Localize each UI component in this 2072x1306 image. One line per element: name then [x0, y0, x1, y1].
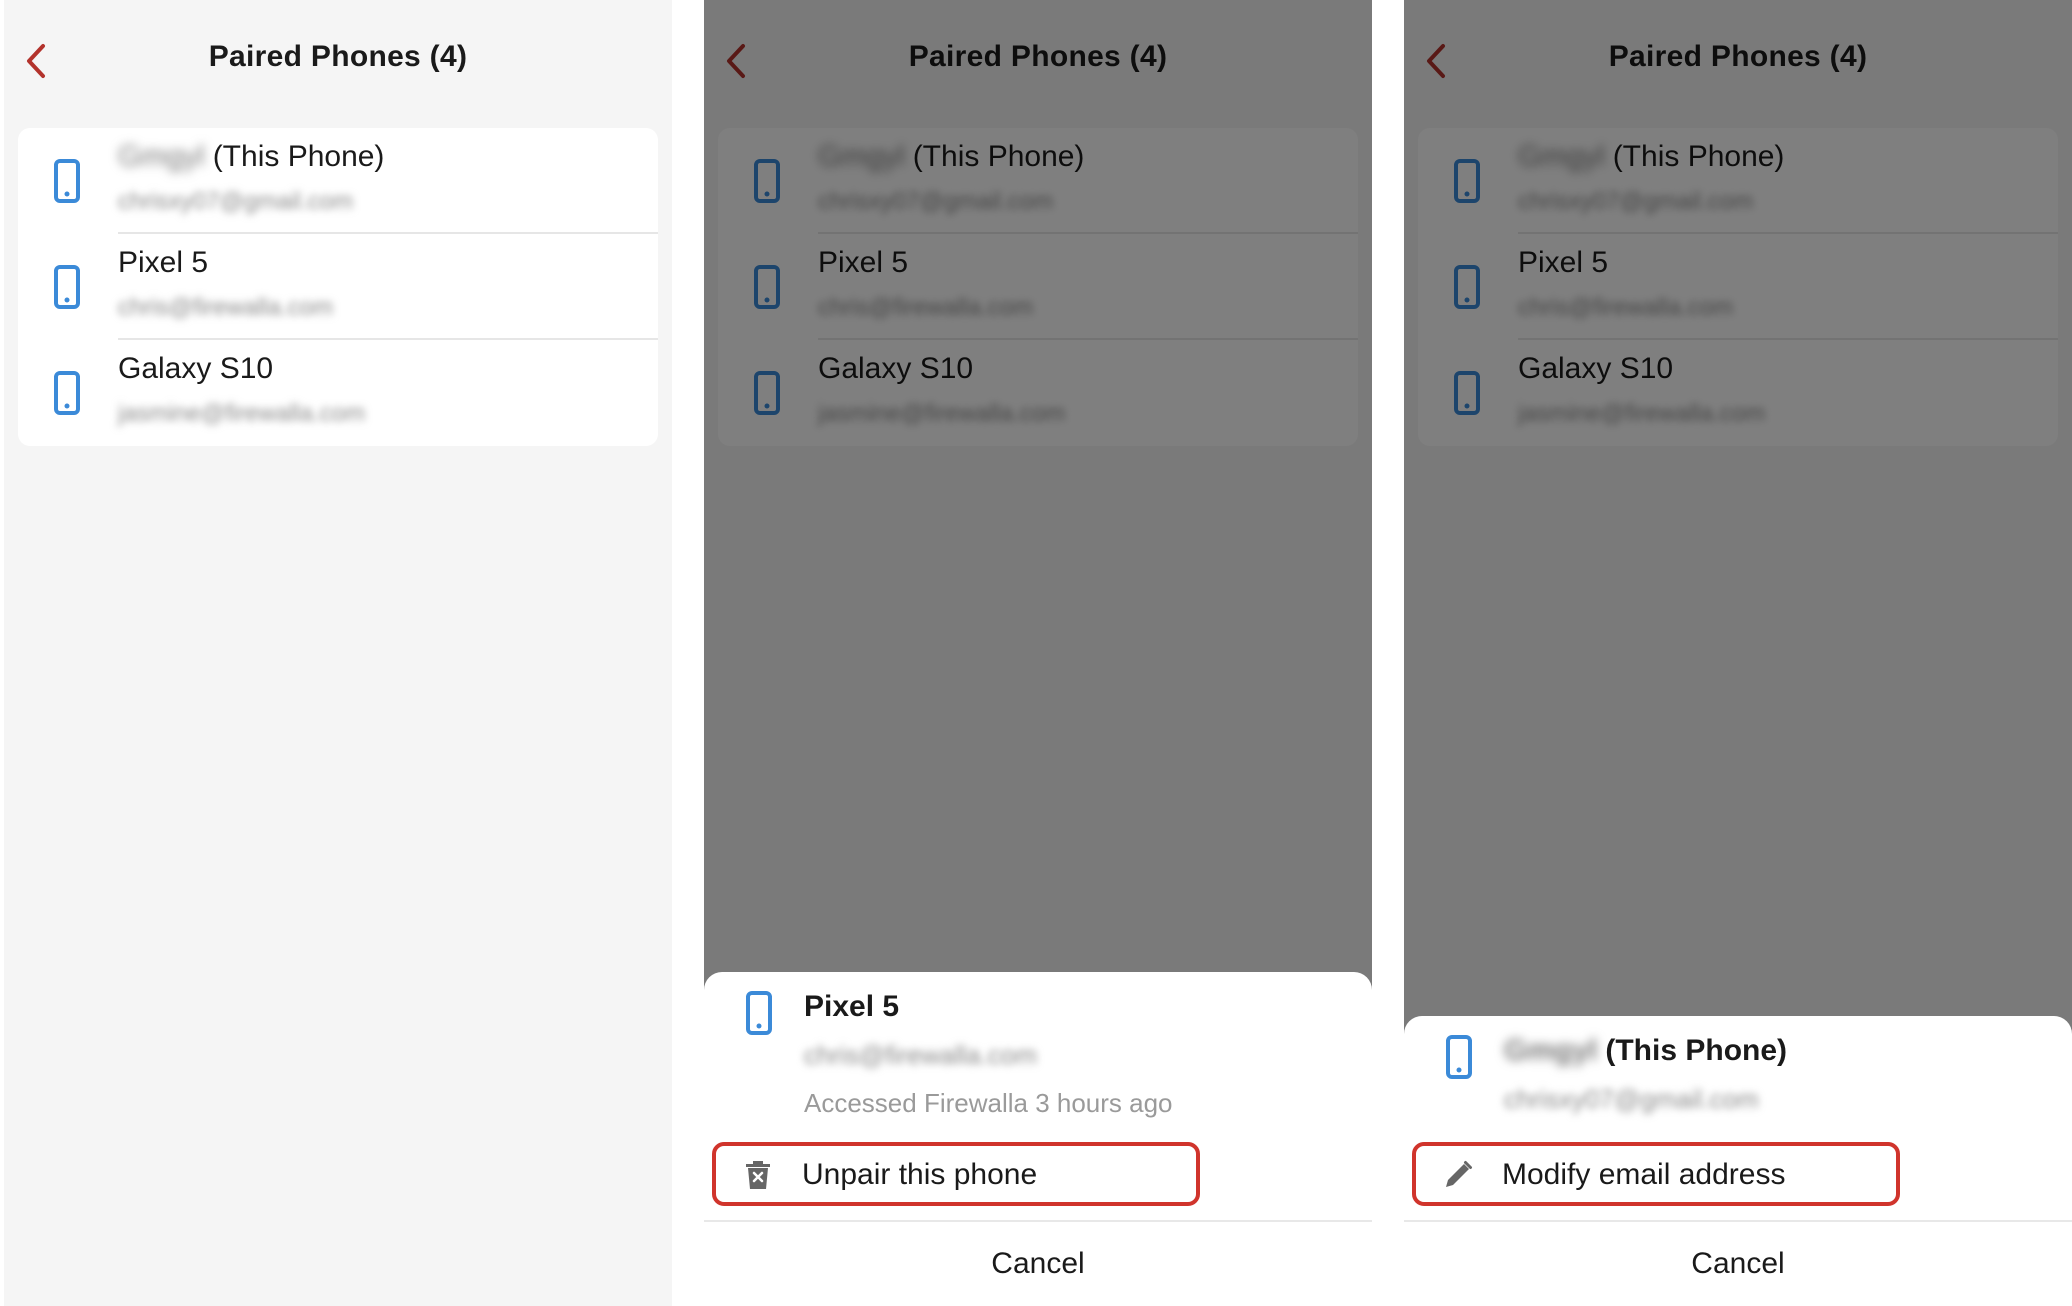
sheet-phone-email: chris@firewalla.com	[804, 1040, 1037, 1070]
phone-name: Galaxy S10	[118, 352, 274, 385]
phone-row-pixel-5[interactable]: Pixel 5 chris@firewalla.com	[18, 234, 658, 340]
action-label: Modify email address	[1502, 1158, 1786, 1191]
action-sheet-modify-email: Gmgyl (This Phone) chrisxy07@gmail.com Mo…	[1404, 1016, 2072, 1306]
phone-icon	[746, 991, 772, 1035]
sheet-phone-email: chrisxy07@gmail.com	[1504, 1084, 1759, 1114]
page-title: Paired Phones (4)	[208, 40, 468, 73]
phone-icon	[1446, 1035, 1472, 1079]
screen-unpair-sheet: Paired Phones (4) Gmgyl(This Phone) chri…	[704, 0, 1372, 1306]
phone-name: Pixel 5	[118, 246, 209, 279]
sheet-phone-name: Gmgyl (This Phone)	[1504, 1034, 1788, 1067]
phone-list: Gmgyl(This Phone) chrisxy07@gmail.com Pi…	[18, 128, 658, 446]
phone-icon	[54, 371, 80, 415]
phone-row-galaxy-s10[interactable]: Galaxy S10 jasmine@firewalla.com	[18, 340, 658, 446]
action-label: Unpair this phone	[802, 1158, 1038, 1191]
phone-name: Gmgyl(This Phone)	[118, 140, 385, 173]
last-accessed-text: Accessed Firewalla 3 hours ago	[804, 1088, 1173, 1118]
phone-icon	[54, 159, 80, 203]
cancel-button[interactable]: Cancel	[1404, 1222, 2072, 1306]
blurred-name: Gmgyl	[118, 140, 205, 173]
phone-row-this-phone[interactable]: Gmgyl(This Phone) chrisxy07@gmail.com	[18, 128, 658, 234]
phone-email: chrisxy07@gmail.com	[118, 188, 354, 215]
modify-email-button[interactable]: Modify email address	[1412, 1142, 1900, 1206]
screen-paired-phones: Paired Phones (4) Gmgyl (This Phone) chri…	[4, 0, 672, 1306]
pencil-icon	[1446, 1161, 1472, 1187]
phone-email: jasmine@firewalla.com	[118, 400, 366, 427]
unpair-phone-button[interactable]: Unpair this phone	[712, 1142, 1200, 1206]
phone-email: chris@firewalla.com	[118, 294, 334, 321]
screen-modify-email-sheet: Paired Phones (4) Gmgyl(This Phone) chri…	[1404, 0, 2072, 1306]
phone-icon	[54, 265, 80, 309]
blurred-name: Gmgyl	[1504, 1034, 1598, 1067]
sheet-phone-name: Pixel 5	[804, 990, 900, 1023]
cancel-button[interactable]: Cancel	[704, 1222, 1372, 1306]
nav-bar: Paired Phones (4)	[4, 0, 672, 124]
action-sheet-unpair: Pixel 5 chris@firewalla.com Accessed Fir…	[704, 972, 1372, 1306]
trash-icon	[746, 1161, 770, 1189]
